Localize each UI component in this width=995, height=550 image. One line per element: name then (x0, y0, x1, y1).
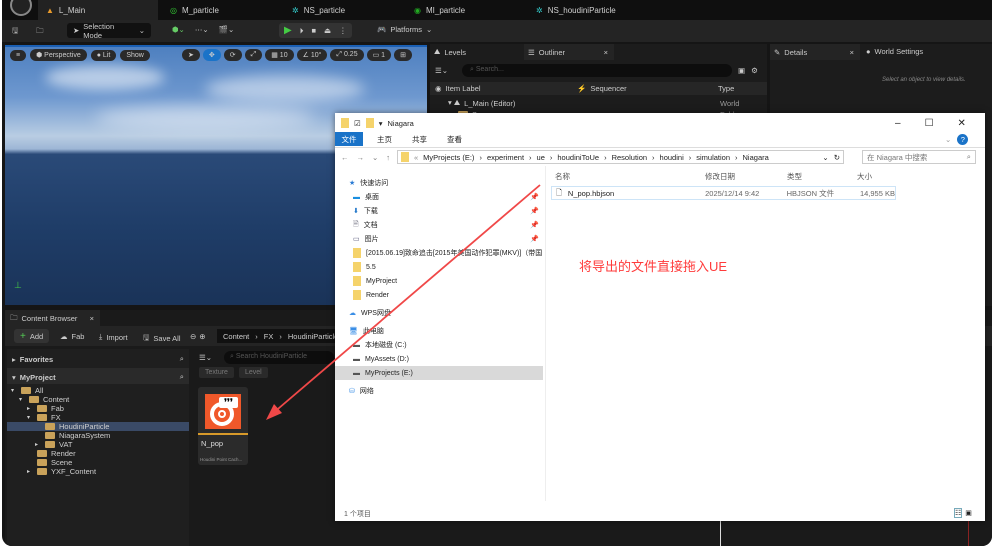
arrow-line (271, 184, 541, 415)
drag-arrow (266, 184, 541, 420)
